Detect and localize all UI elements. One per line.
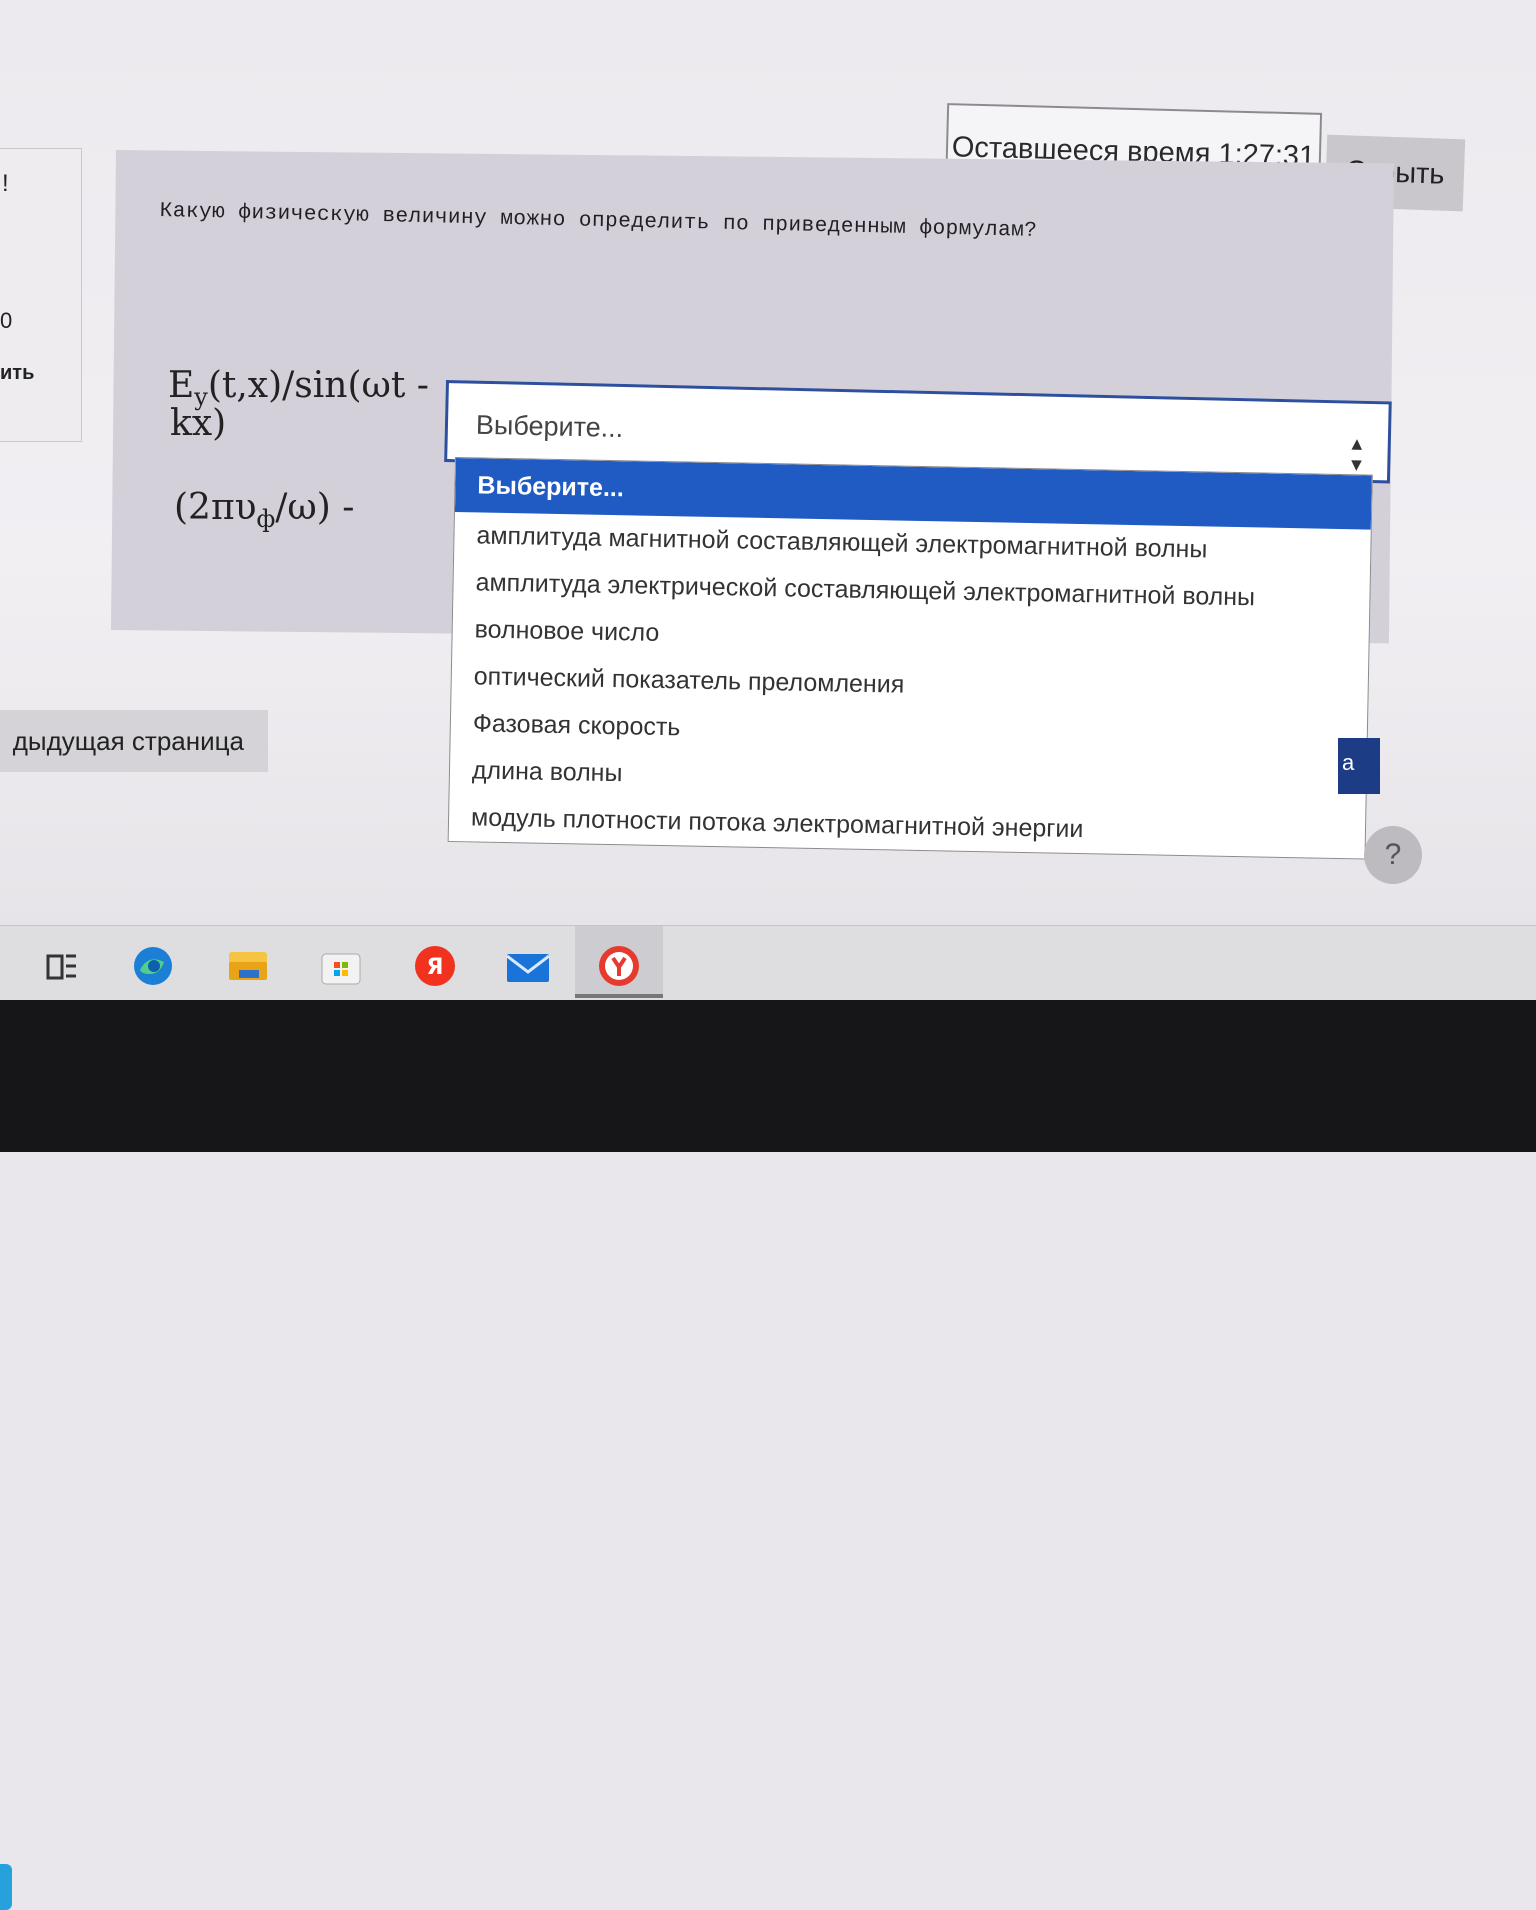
nav-number: 0 — [0, 308, 13, 333]
monitor-bezel — [0, 1000, 1536, 1152]
select-dropdown-list: Выберите... амплитуда магнитной составля… — [447, 457, 1373, 860]
search-edge-icon[interactable] — [0, 1864, 12, 1910]
file-explorer-icon[interactable] — [225, 944, 271, 988]
yandex-browser-icon[interactable] — [596, 944, 642, 988]
nav-link-fragment[interactable]: ить — [0, 362, 34, 385]
formula-2-subscript: ф — [256, 505, 276, 534]
task-view-icon[interactable] — [40, 944, 86, 988]
select-current-value: Выберите... — [475, 409, 624, 444]
windows-taskbar: Я — [0, 925, 1536, 1910]
formula-2-post: /ω) - — [275, 487, 355, 528]
formula-2-pre: (2πυ — [174, 487, 257, 528]
active-app-indicator — [575, 994, 663, 998]
formula-2: (2πυф/ω) - — [174, 488, 354, 539]
screen: ! 0 ить Оставшееся время 1:27:31 Скрыть … — [0, 0, 1536, 935]
help-button[interactable]: ? — [1364, 826, 1422, 884]
previous-page-button[interactable]: дыдущая страница — [0, 710, 268, 772]
quiz-navigation-block — [0, 148, 82, 442]
yandex-icon[interactable]: Я — [412, 944, 458, 988]
svg-text:Я: Я — [427, 955, 444, 980]
formula-1-line2: kx) — [170, 403, 227, 444]
mail-icon[interactable] — [505, 944, 551, 988]
select-updown-icon: ▲ ▼ — [1347, 433, 1367, 475]
nav-mark: ! — [2, 170, 9, 197]
formula-1-rest: (t,x)/sin(ωt - — [207, 365, 429, 406]
edge-browser-icon[interactable] — [130, 944, 176, 988]
next-page-button[interactable]: а — [1338, 738, 1380, 794]
store-icon[interactable] — [318, 944, 364, 988]
formula-1-e: E — [168, 365, 195, 406]
